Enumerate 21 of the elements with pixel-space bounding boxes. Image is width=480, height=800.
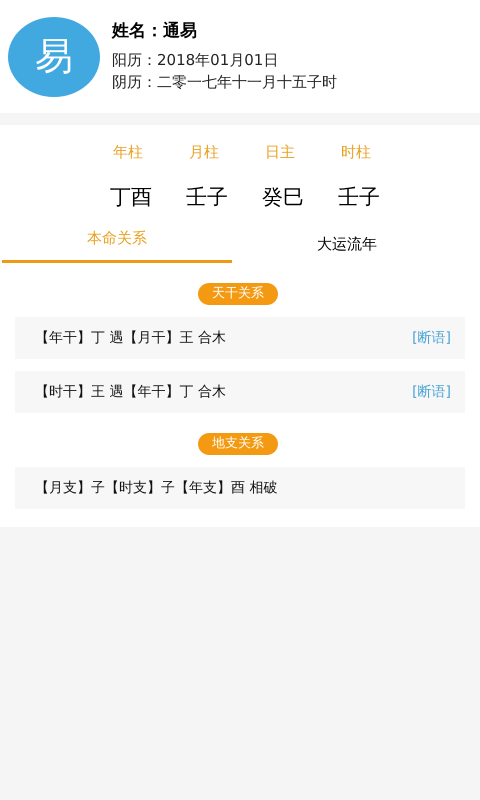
section-badge: 天干关系 <box>198 283 278 305</box>
relation-text: 【年干】丁 遇【月干】王 合木 <box>35 328 226 348</box>
pillar-value: 丁酉 <box>111 184 151 210</box>
relation-text: 【月支】子【时支】子【年支】酉 相破 <box>35 478 278 498</box>
relation-text: 【时干】王 遇【年干】丁 合木 <box>35 382 226 402</box>
avatar: 易 <box>8 16 100 96</box>
section-badge: 地支关系 <box>198 433 278 455</box>
pillar-label: 日主 <box>264 142 296 163</box>
pillar-label: 时柱 <box>340 142 372 163</box>
pillar-value: 癸巳 <box>263 184 303 210</box>
verdict-link[interactable]: [断语] <box>412 382 451 402</box>
solar-date: 阳历：2018年01月01日 <box>112 50 280 71</box>
pillar-value: 壬子 <box>339 184 379 210</box>
verdict-link[interactable]: [断语] <box>412 328 451 348</box>
pillar-label: 年柱 <box>112 142 144 163</box>
tab[interactable]: 本命关系 <box>2 225 232 263</box>
name-label: 姓名：通易 <box>112 20 198 42</box>
tab[interactable]: 大运流年 <box>232 225 462 263</box>
pillar-value: 壬子 <box>187 184 227 210</box>
pillar-label: 月柱 <box>188 142 220 163</box>
lunar-date: 阴历：二零一七年十一月十五子时 <box>112 72 337 93</box>
